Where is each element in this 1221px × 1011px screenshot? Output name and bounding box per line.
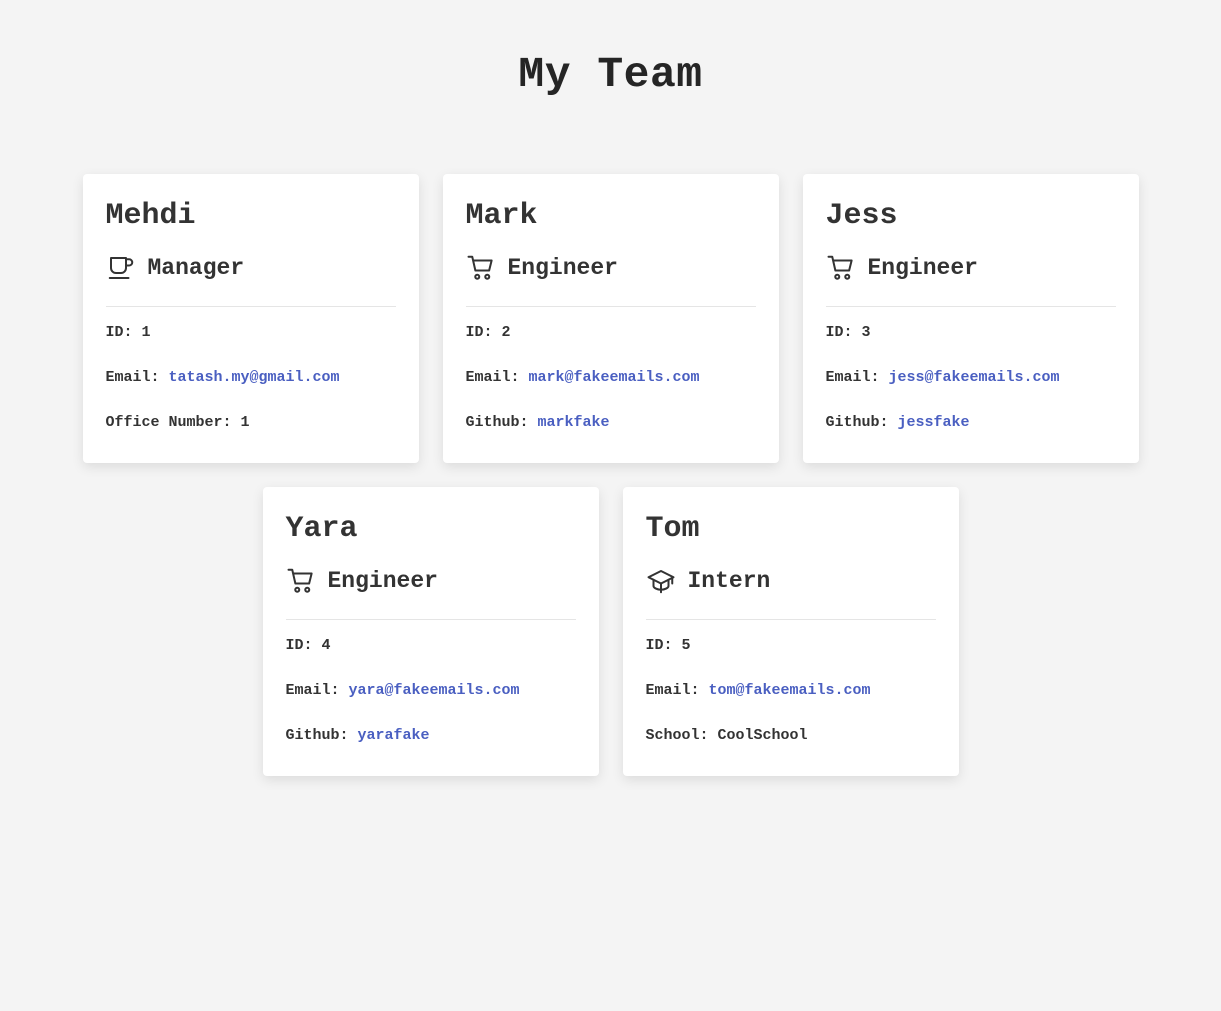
email-line: Email: yara@fakeemails.com — [286, 682, 576, 700]
employee-info: ID: 4 Email: yara@fakeemails.com Github:… — [286, 637, 576, 745]
employee-card-mehdi: Mehdi Manager ID: 1 Email: tatash.my@gma… — [82, 174, 419, 463]
employee-name: Jess — [825, 199, 898, 233]
employee-role: Intern — [645, 565, 936, 620]
email-label: Email: — [465, 369, 529, 386]
coffee-cup-icon — [106, 253, 136, 283]
id-value: 3 — [861, 324, 871, 341]
id-line: ID: 2 — [466, 324, 756, 342]
github-link[interactable]: jessfake — [898, 414, 970, 431]
employee-role: Engineer — [465, 252, 756, 307]
email-link[interactable]: yara@fakeemails.com — [349, 682, 520, 699]
team-page: My Team Mehdi Manager ID: 1 Email: tatas… — [0, 0, 1221, 1011]
role-label: Engineer — [867, 255, 978, 281]
role-label: Intern — [687, 568, 771, 594]
github-label: Github: — [285, 727, 358, 744]
role-label: Engineer — [327, 568, 438, 594]
employee-card-mark: Mark Engineer ID: 2 Email: mark@fakeemai… — [442, 174, 779, 463]
github-line: Github: jessfake — [826, 414, 1116, 432]
id-label: ID: — [465, 324, 502, 341]
id-line: ID: 3 — [826, 324, 1116, 342]
id-line: ID: 4 — [286, 637, 576, 655]
employee-info: ID: 2 Email: mark@fakeemails.com Github:… — [466, 324, 756, 432]
employee-card-yara: Yara Engineer ID: 4 Email: yara@fakeemai… — [262, 487, 599, 776]
github-label: Github: — [465, 414, 538, 431]
employee-role: Engineer — [825, 252, 1116, 307]
page-title: My Team — [518, 50, 703, 99]
employee-info: ID: 1 Email: tatash.my@gmail.com Office … — [106, 324, 396, 432]
employee-name: Tom — [645, 512, 700, 546]
school-value: CoolSchool — [717, 727, 808, 744]
id-value: 5 — [681, 637, 691, 654]
github-link[interactable]: markfake — [538, 414, 610, 431]
id-value: 4 — [321, 637, 331, 654]
employee-name: Yara — [285, 512, 358, 546]
github-line: Github: yarafake — [286, 727, 576, 745]
email-line: Email: tatash.my@gmail.com — [106, 369, 396, 387]
role-label: Engineer — [507, 255, 618, 281]
email-link[interactable]: tom@fakeemails.com — [709, 682, 871, 699]
team-cards: Mehdi Manager ID: 1 Email: tatash.my@gma… — [0, 174, 1221, 776]
employee-card-tom: Tom Intern ID: 5 Email: tom@fakeemails.c… — [622, 487, 959, 776]
id-value: 1 — [141, 324, 151, 341]
id-label: ID: — [825, 324, 862, 341]
id-label: ID: — [285, 637, 322, 654]
shopping-cart-icon — [466, 253, 496, 283]
id-value: 2 — [501, 324, 511, 341]
email-line: Email: jess@fakeemails.com — [826, 369, 1116, 387]
employee-role: Manager — [105, 252, 396, 307]
office-line: Office Number: 1 — [106, 414, 396, 432]
role-label: Manager — [147, 255, 245, 281]
employee-card-jess: Jess Engineer ID: 3 Email: jess@fakeemai… — [802, 174, 1139, 463]
email-link[interactable]: jess@fakeemails.com — [889, 369, 1060, 386]
office-label: Office Number: — [105, 414, 241, 431]
github-line: Github: markfake — [466, 414, 756, 432]
email-link[interactable]: mark@fakeemails.com — [529, 369, 700, 386]
email-link[interactable]: tatash.my@gmail.com — [169, 369, 340, 386]
employee-name: Mehdi — [105, 199, 196, 233]
employee-name: Mark — [465, 199, 538, 233]
school-line: School: CoolSchool — [646, 727, 936, 745]
id-label: ID: — [645, 637, 682, 654]
employee-info: ID: 3 Email: jess@fakeemails.com Github:… — [826, 324, 1116, 432]
id-label: ID: — [105, 324, 142, 341]
employee-info: ID: 5 Email: tom@fakeemails.com School: … — [646, 637, 936, 745]
email-label: Email: — [285, 682, 349, 699]
github-label: Github: — [825, 414, 898, 431]
email-label: Email: — [105, 369, 169, 386]
shopping-cart-icon — [286, 566, 316, 596]
email-label: Email: — [645, 682, 709, 699]
email-line: Email: tom@fakeemails.com — [646, 682, 936, 700]
id-line: ID: 5 — [646, 637, 936, 655]
school-label: School: — [645, 727, 718, 744]
email-line: Email: mark@fakeemails.com — [466, 369, 756, 387]
email-label: Email: — [825, 369, 889, 386]
github-link[interactable]: yarafake — [358, 727, 430, 744]
employee-role: Engineer — [285, 565, 576, 620]
id-line: ID: 1 — [106, 324, 396, 342]
graduation-cap-icon — [646, 566, 676, 596]
shopping-cart-icon — [826, 253, 856, 283]
office-value: 1 — [240, 414, 250, 431]
